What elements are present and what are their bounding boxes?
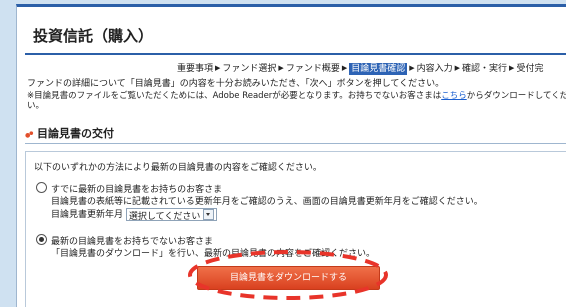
section-heading: 目論見書の交付 xyxy=(25,125,114,141)
option1-description: 目論見書の表紙等に記載されている更新年月をご確認のうえ、画面の目論見書更新年月を… xyxy=(51,197,483,207)
option1-label: すでに最新の目論見書をお持ちのお客さま xyxy=(51,185,223,195)
radio-download-prospectus[interactable] xyxy=(36,234,47,245)
breadcrumb-step: ファンド選択 xyxy=(222,64,277,74)
chevron-down-icon xyxy=(203,209,215,220)
select-value: 選択してください xyxy=(128,212,201,222)
note-text: ※目論見書のファイルをご覧いただくためには、Adobe Readerが必要となり… xyxy=(27,91,442,101)
option-download-prospectus: 最新の目論見書をお持ちでないお客さま 「目論見書のダウンロード」を行い、最新の目… xyxy=(36,234,375,260)
section-marker-icon xyxy=(25,130,34,138)
breadcrumb-arrow-icon: ▶ xyxy=(341,63,348,72)
breadcrumb-step: 受付完 xyxy=(516,64,544,74)
breadcrumb-arrow-icon: ▶ xyxy=(454,63,461,72)
page-title: 投資信託（購入） xyxy=(33,27,154,45)
breadcrumb-step: ファンド概要 xyxy=(285,64,340,74)
option2-label: 最新の目論見書をお持ちでないお客さま xyxy=(51,237,214,247)
adobe-reader-link[interactable]: こちら xyxy=(441,91,467,101)
update-date-row: 目論見書更新年月 選択してください xyxy=(36,208,483,222)
option2-description: 「目論見書のダウンロード」を行い、最新の目論見書の内容をご確認ください。 xyxy=(51,249,376,259)
breadcrumb-step: 重要事項 xyxy=(177,64,214,74)
breadcrumb: 重要事項 ▶ ファンド選択 ▶ ファンド概要 ▶ 目論見書確認 ▶ 内容入力 ▶ 確認・実行 ▶ 受付完 xyxy=(177,61,544,75)
section-heading-label: 目論見書の交付 xyxy=(37,127,114,140)
breadcrumb-step: 内容入力 xyxy=(416,64,453,74)
download-prospectus-button[interactable]: 目論見書をダウンロードする xyxy=(197,266,380,290)
breadcrumb-arrow-icon: ▶ xyxy=(509,63,515,72)
breadcrumb-arrow-icon: ▶ xyxy=(215,63,221,72)
update-date-select[interactable]: 選択してください xyxy=(125,208,218,222)
breadcrumb-arrow-icon: ▶ xyxy=(409,63,415,72)
main-frame: 投資信託（購入） 重要事項 ▶ ファンド選択 ▶ ファンド概要 ▶ 目論見書確認 ▶ 内容入力 ▶… xyxy=(16,4,566,307)
update-date-label: 目論見書更新年月 xyxy=(51,210,124,220)
options-intro: 以下のいずれかの方法により最新の目論見書の内容をご確認ください。 xyxy=(34,163,322,173)
intro-text: ファンドの詳細について「目論見書」の内容を十分お読みいただき、「次へ」ボタンを押… xyxy=(27,79,445,89)
breadcrumb-step-current: 目論見書確認 xyxy=(349,63,408,75)
option-have-prospectus: すでに最新の目論見書をお持ちのお客さま 目論見書の表紙等に記載されている更新年月… xyxy=(36,182,483,222)
section-divider xyxy=(25,143,566,144)
adobe-reader-note: ※目論見書のファイルをご覧いただくためには、Adobe Readerが必要となり… xyxy=(27,91,566,111)
title-divider xyxy=(25,53,566,55)
radio-have-prospectus[interactable] xyxy=(36,182,47,193)
breadcrumb-step: 確認・実行 xyxy=(462,64,508,74)
breadcrumb-arrow-icon: ▶ xyxy=(278,63,284,72)
